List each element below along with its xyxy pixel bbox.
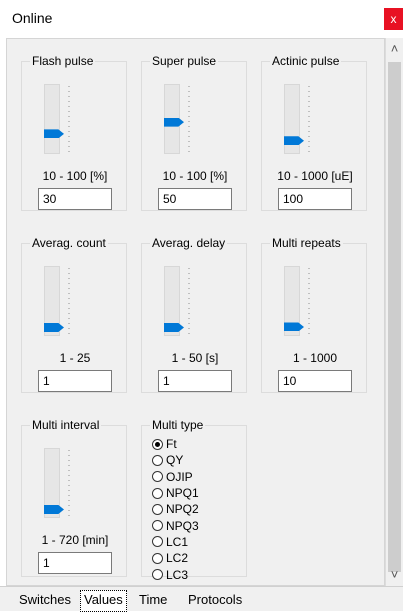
slider-thumb[interactable] [44, 505, 64, 514]
tab-bar: Switches Values Time Protocols [0, 586, 403, 612]
tab-protocols[interactable]: Protocols [185, 591, 245, 611]
radio-icon[interactable] [152, 520, 163, 532]
range-label: 1 - 25 [59, 351, 91, 365]
group-title: Actinic pulse [270, 54, 342, 68]
multi-type-option-lc2[interactable]: LC2 [152, 550, 199, 566]
slider-thumb[interactable] [44, 323, 64, 332]
group-title: Averag. count [30, 236, 108, 250]
group-title: Multi interval [30, 418, 102, 432]
range-label: 10 - 100 [%] [162, 169, 228, 183]
slider-thumb[interactable] [164, 117, 184, 127]
title-bar: Online x [0, 0, 403, 38]
radio-label: NPQ1 [166, 486, 199, 501]
radio-icon[interactable] [152, 471, 163, 483]
range-label: 1 - 720 [min] [41, 533, 109, 547]
multi-interval-input[interactable] [38, 552, 112, 574]
group-title: Flash pulse [30, 54, 96, 68]
radio-icon[interactable] [152, 438, 163, 450]
multi-type-radio-group: Ft QY OJIP NPQ1 NPQ2 NPQ3 LC1 LC2 LC3 [152, 436, 199, 583]
multi-type-option-ojip[interactable]: OJIP [152, 469, 199, 485]
multi-type-option-npq1[interactable]: NPQ1 [152, 485, 199, 501]
group-title: Averag. delay [150, 236, 228, 250]
group-title: Multi repeats [270, 236, 343, 250]
scroll-thumb[interactable] [388, 62, 401, 572]
range-label: 1 - 1000 [292, 351, 338, 365]
range-label: 10 - 1000 [uE] [277, 169, 353, 183]
tab-values[interactable]: Values [80, 590, 127, 612]
actinic-pulse-slider[interactable] [284, 84, 304, 154]
averag-delay-slider[interactable] [164, 266, 184, 336]
super-pulse-group: Super pulse 10 - 100 [%] [141, 54, 247, 211]
flash-pulse-group: Flash pulse 10 - 100 [%] [21, 54, 127, 211]
multi-type-option-lc3[interactable]: LC3 [152, 566, 199, 582]
scroll-down-icon[interactable]: ˅ [386, 566, 403, 583]
radio-label: LC3 [166, 567, 189, 582]
flash-pulse-slider[interactable] [44, 84, 64, 154]
group-title: Super pulse [150, 54, 219, 68]
multi-type-option-qy[interactable]: QY [152, 452, 199, 468]
slider-thumb[interactable] [284, 322, 304, 332]
window-title: Online [12, 10, 53, 26]
multi-repeats-group: Multi repeats 1 - 1000 [261, 236, 367, 393]
super-pulse-input[interactable] [158, 188, 232, 210]
multi-type-option-ft[interactable]: Ft [152, 436, 199, 452]
radio-label: QY [166, 453, 184, 468]
radio-icon[interactable] [152, 569, 163, 581]
multi-type-option-lc1[interactable]: LC1 [152, 534, 199, 550]
scroll-up-icon[interactable]: ˄ [386, 40, 403, 57]
actinic-pulse-group: Actinic pulse 10 - 1000 [uE] [261, 54, 367, 211]
averag-delay-group: Averag. delay 1 - 50 [s] [141, 236, 247, 393]
slider-ticks [308, 86, 310, 152]
radio-icon[interactable] [152, 536, 163, 548]
multi-type-option-npq3[interactable]: NPQ3 [152, 517, 199, 533]
slider-ticks [308, 268, 310, 334]
close-button[interactable]: x [384, 8, 403, 30]
averag-count-slider[interactable] [44, 266, 64, 336]
actinic-pulse-input[interactable] [278, 188, 352, 210]
values-panel: Flash pulse 10 - 100 [%] Super pulse 10 … [6, 38, 385, 586]
averag-delay-input[interactable] [158, 370, 232, 392]
slider-ticks [68, 450, 70, 516]
slider-thumb[interactable] [284, 136, 304, 146]
slider-ticks [188, 268, 190, 334]
slider-ticks [68, 86, 70, 152]
radio-icon[interactable] [152, 454, 163, 466]
multi-interval-group: Multi interval 1 - 720 [min] [21, 418, 127, 577]
multi-interval-slider[interactable] [44, 448, 64, 518]
flash-pulse-input[interactable] [38, 188, 112, 210]
tab-time[interactable]: Time [136, 591, 170, 611]
vertical-scrollbar[interactable]: ˄ ˅ [385, 38, 403, 586]
radio-label: LC1 [166, 534, 189, 549]
super-pulse-slider[interactable] [164, 84, 184, 154]
radio-label: NPQ3 [166, 518, 199, 533]
range-label: 1 - 50 [s] [171, 351, 219, 365]
slider-thumb[interactable] [164, 323, 184, 332]
multi-type-group: Multi type Ft QY OJIP NPQ1 NPQ2 NPQ3 LC1 LC2 LC3 [141, 418, 247, 582]
averag-count-group: Averag. count 1 - 25 [21, 236, 127, 393]
multi-repeats-input[interactable] [278, 370, 352, 392]
radio-label: LC2 [166, 551, 189, 566]
group-title: Multi type [150, 418, 206, 432]
radio-icon[interactable] [152, 487, 163, 499]
radio-icon[interactable] [152, 552, 163, 564]
slider-ticks [68, 268, 70, 334]
radio-label: NPQ2 [166, 502, 199, 517]
range-label: 10 - 100 [%] [42, 169, 108, 183]
multi-repeats-slider[interactable] [284, 266, 304, 336]
tab-switches[interactable]: Switches [16, 591, 74, 611]
averag-count-input[interactable] [38, 370, 112, 392]
slider-thumb[interactable] [44, 129, 64, 139]
radio-icon[interactable] [152, 503, 163, 515]
radio-label: OJIP [166, 469, 193, 484]
radio-label: Ft [166, 437, 177, 452]
multi-type-option-npq2[interactable]: NPQ2 [152, 501, 199, 517]
slider-ticks [188, 86, 190, 152]
